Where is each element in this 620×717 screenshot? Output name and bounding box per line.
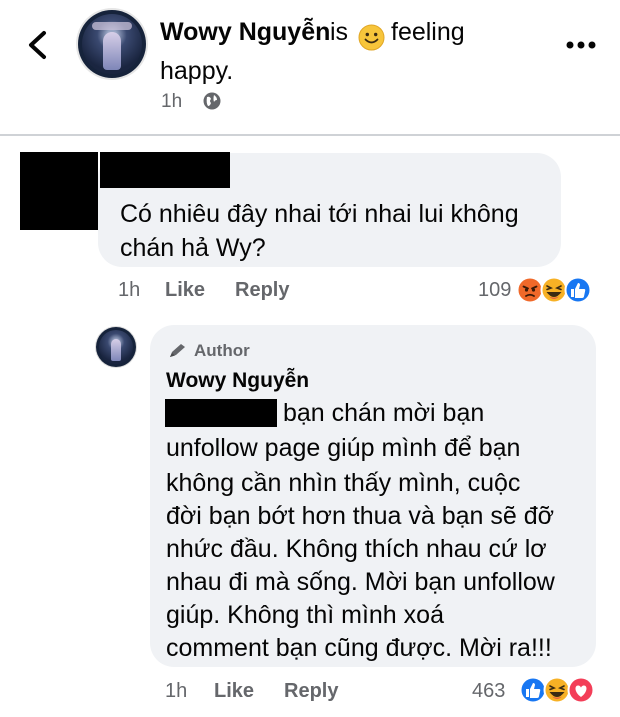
- more-options-icon[interactable]: [565, 40, 597, 50]
- comment-reactions[interactable]: [516, 276, 604, 304]
- reply-text-line: nhức đầu. Không thích nhau cứ lơ: [166, 535, 547, 563]
- reply-text-line: đời bạn bớt hơn thua và bạn sẽ đỡ: [166, 502, 555, 530]
- reply-text-line: comment bạn cũng được. Mời ra!!!: [166, 634, 552, 662]
- comment-timestamp[interactable]: 1h: [118, 279, 140, 302]
- post-timestamp[interactable]: 1h: [161, 91, 182, 113]
- angry-icon: [516, 276, 544, 304]
- reply-reactions[interactable]: [519, 676, 603, 704]
- reply-reaction-count[interactable]: 463: [472, 680, 505, 703]
- comment-text: Có nhiêu đây nhai tới nhai lui không chá…: [120, 200, 519, 262]
- divider: [0, 134, 620, 136]
- redacted-commenter-name: [100, 152, 230, 188]
- reply-author-avatar[interactable]: [96, 327, 136, 367]
- love-icon: [567, 676, 595, 704]
- like-icon: [519, 676, 547, 704]
- author-badge: Author: [194, 341, 250, 360]
- haha-icon: [540, 276, 568, 304]
- post-is-text: is: [330, 18, 349, 46]
- reply-text-line: giúp. Không thì mình xoá: [166, 601, 444, 629]
- post-feeling-label: feeling: [391, 18, 465, 46]
- like-icon: [564, 276, 592, 304]
- reply-author-name[interactable]: Wowy Nguyễn: [166, 369, 309, 393]
- reply-text-line: không cần nhìn thấy mình, cuộc: [166, 469, 521, 497]
- post-author-avatar[interactable]: [78, 10, 146, 78]
- reply-text-line: nhau đi mà sống. Mời bạn unfollow: [166, 568, 555, 596]
- reply-text-line: bạn chán mời bạn: [283, 399, 485, 427]
- reply-timestamp[interactable]: 1h: [165, 680, 187, 703]
- post-author-name[interactable]: Wowy Nguyễn: [160, 18, 330, 47]
- comment-like-button[interactable]: Like: [165, 279, 205, 302]
- comment-reaction-count[interactable]: 109: [478, 279, 511, 302]
- haha-icon: [543, 676, 571, 704]
- redacted-avatar: [20, 152, 98, 230]
- smiling-face-icon: [358, 24, 385, 51]
- reply-text-line: unfollow page giúp mình để bạn: [166, 434, 521, 462]
- post-feeling-value: happy.: [160, 57, 234, 85]
- pen-icon: [170, 344, 185, 357]
- reply-reply-button[interactable]: Reply: [284, 680, 338, 703]
- reply-like-button[interactable]: Like: [214, 680, 254, 703]
- comment-reply-button[interactable]: Reply: [235, 279, 289, 302]
- globe-icon: [203, 92, 221, 110]
- back-arrow-icon[interactable]: [26, 30, 48, 60]
- redacted-mention: [165, 399, 277, 427]
